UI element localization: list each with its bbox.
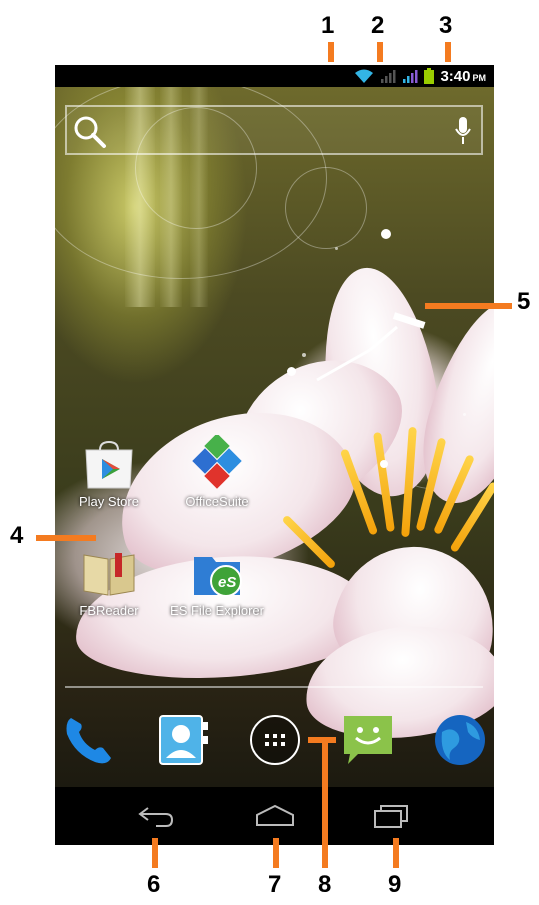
callout-line-1 <box>328 42 334 62</box>
clock-ampm: PM <box>472 72 487 83</box>
dock-divider <box>65 686 483 688</box>
clock-time-value: 3:40 <box>440 67 471 85</box>
mic-icon[interactable] <box>455 117 471 145</box>
app-fbreader[interactable]: FBReader <box>59 549 159 618</box>
officesuite-icon <box>192 435 242 489</box>
callout-line-5 <box>425 303 512 309</box>
wallpaper <box>55 87 494 787</box>
callout-5: 5 <box>517 288 531 315</box>
clock-time: 3:40 PM <box>440 68 486 85</box>
home-button[interactable] <box>245 801 305 831</box>
app-play-store[interactable]: Play Store <box>59 440 159 509</box>
status-bar: 3:40 PM <box>55 65 494 87</box>
contacts-icon[interactable] <box>154 712 210 768</box>
callout-line-4 <box>36 535 96 541</box>
callout-line-9 <box>393 838 399 868</box>
messaging-icon[interactable] <box>340 712 396 768</box>
signal-icon <box>381 70 396 83</box>
phone-icon[interactable] <box>61 712 117 768</box>
app-officesuite[interactable]: OfficeSuite <box>167 435 267 509</box>
es-file-explorer-icon: eS <box>194 557 242 597</box>
all-apps-icon[interactable] <box>247 712 303 768</box>
callout-line-8-v <box>322 737 328 868</box>
app-label: ES File Explorer <box>170 603 264 618</box>
status-icons: 3:40 PM <box>354 67 486 85</box>
callout-line-3 <box>445 42 451 62</box>
svg-text:eS: eS <box>218 574 236 591</box>
callout-3: 3 <box>439 12 453 39</box>
browser-icon[interactable] <box>432 712 488 768</box>
app-label: FBReader <box>79 603 139 618</box>
data-signal-icon <box>403 70 418 83</box>
app-label: Play Store <box>79 494 139 509</box>
callout-9: 9 <box>388 871 402 898</box>
recent-apps-icon <box>374 805 408 828</box>
app-es-file-explorer[interactable]: eS ES File Explorer <box>167 549 267 618</box>
callout-line-2 <box>377 42 383 62</box>
back-icon <box>138 807 174 827</box>
home-icon <box>256 804 294 826</box>
battery-icon <box>424 68 435 84</box>
recent-apps-button[interactable] <box>361 801 421 831</box>
google-search-bar[interactable] <box>65 105 483 155</box>
callout-4: 4 <box>10 522 24 549</box>
app-label: OfficeSuite <box>185 494 249 509</box>
play-store-icon <box>85 440 133 489</box>
clock-widget[interactable] <box>295 275 445 425</box>
fbreader-icon <box>83 553 135 596</box>
wifi-icon <box>355 69 374 83</box>
callout-2: 2 <box>371 12 385 39</box>
callout-8: 8 <box>318 871 332 898</box>
phone-screen: 3:40 PM Play Store OfficeSuite FBReader … <box>55 65 494 845</box>
callout-1: 1 <box>321 12 335 39</box>
navigation-bar <box>55 787 494 845</box>
search-icon[interactable] <box>73 115 107 149</box>
callout-line-6 <box>152 838 158 868</box>
callout-line-7 <box>273 838 279 868</box>
back-button[interactable] <box>126 801 186 831</box>
callout-6: 6 <box>147 871 161 898</box>
callout-7: 7 <box>268 871 282 898</box>
